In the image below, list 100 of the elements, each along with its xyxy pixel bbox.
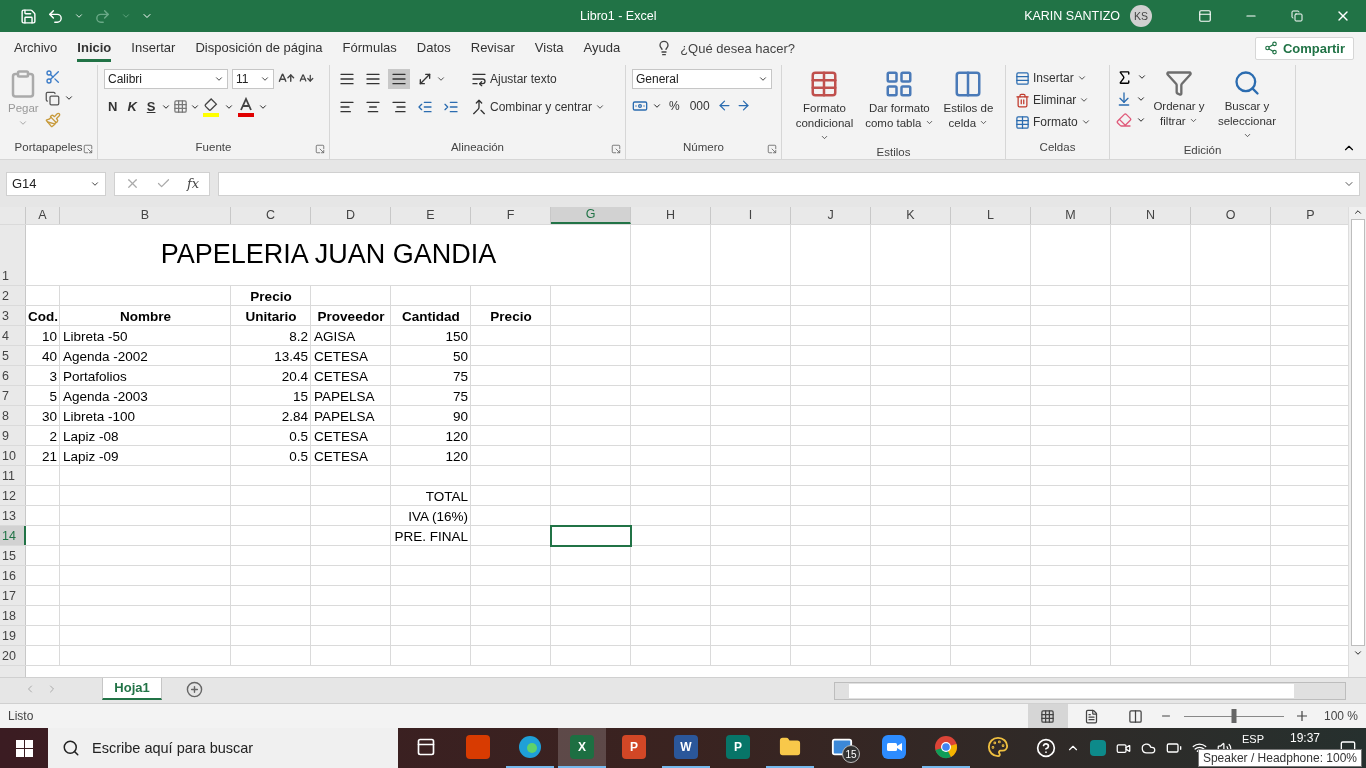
language-indicator[interactable]: ESP — [1241, 733, 1264, 745]
table-cell: Agenda -2002 — [63, 348, 148, 364]
clock-time[interactable]: 19:37 — [1289, 731, 1320, 745]
underline-button[interactable]: S — [142, 97, 160, 117]
zoom-in-icon[interactable] — [1295, 710, 1308, 722]
thousands-button[interactable]: 000 — [686, 96, 713, 115]
table-cell: Agenda -2003 — [63, 388, 148, 404]
taskbar-app-button[interactable]: W — [662, 728, 710, 768]
tell-me-field[interactable]: ¿Qué desea hacer? — [680, 40, 796, 56]
sheet-title: PAPELERIA JUAN GANDIA — [160, 239, 497, 271]
table-cell: Unitario — [245, 308, 297, 324]
group-label: Celdas — [1039, 140, 1076, 155]
table-cell: 0.5 — [289, 428, 308, 444]
bold-button[interactable]: N — [104, 97, 122, 117]
cells-button[interactable]: Formato — [1012, 112, 1094, 132]
table-cell: 0.5 — [289, 448, 308, 464]
group-label: Alineación — [450, 140, 505, 155]
menu-tab[interactable]: Disposición de página — [195, 34, 323, 63]
table-cell: AGISA — [314, 328, 356, 344]
table-cell: CETESA — [314, 428, 368, 444]
taskbar-app-button[interactable]: X — [558, 728, 606, 768]
menu-tab[interactable]: Insertar — [131, 34, 176, 63]
table-cell: 30 — [41, 408, 57, 424]
font-size-field[interactable]: 11 — [232, 68, 274, 89]
menu-tab[interactable]: Datos — [416, 34, 451, 63]
number-format-field[interactable]: General — [632, 68, 772, 89]
group-label: Portapapeles — [14, 140, 83, 155]
search-icon — [1233, 68, 1261, 97]
insert-function-button[interactable]: fx — [187, 176, 200, 192]
wrap-text-button[interactable]: Ajustar texto — [468, 68, 560, 89]
align-bottom-button[interactable] — [388, 68, 410, 89]
table-cell: 40 — [41, 348, 57, 364]
volume-tooltip: Speaker / Headphone: 100% — [1197, 749, 1362, 767]
percent-button[interactable]: % — [666, 96, 683, 115]
menu-tab[interactable]: Inicio — [77, 34, 112, 63]
group-label: Fuente — [195, 140, 232, 155]
scissors-icon[interactable] — [44, 68, 61, 85]
eraser-icon[interactable] — [1116, 111, 1132, 128]
taskbar-search-field[interactable]: Escribe aquí para buscar — [48, 728, 398, 768]
caret-icon[interactable] — [74, 11, 84, 21]
table-cell: 13.45 — [274, 348, 308, 364]
horizontal-scrollbar[interactable] — [834, 681, 1346, 700]
menu-tab[interactable]: Fórmulas — [342, 34, 397, 63]
taskbar-app-button[interactable]: 15 — [818, 728, 866, 768]
notification-badge: 15 — [842, 745, 860, 763]
window-title: Libro1 - Excel — [580, 9, 658, 23]
help-icon[interactable] — [1035, 738, 1056, 758]
zoom-slider-thumb[interactable] — [1231, 709, 1237, 723]
cells-button[interactable]: Insertar — [1012, 68, 1090, 88]
row-header[interactable]: 1 — [0, 224, 26, 285]
menu-tab[interactable]: Archivo — [14, 34, 58, 63]
copy-icon[interactable] — [44, 90, 60, 106]
table-cell: 50 — [452, 348, 468, 364]
insert-rows-icon — [1015, 70, 1030, 86]
save-icon[interactable] — [20, 7, 37, 25]
task-view-icon — [416, 737, 436, 757]
dialog-launcher-icon[interactable] — [83, 143, 93, 154]
cloud-icon[interactable] — [1140, 740, 1156, 756]
borders-icon[interactable] — [173, 99, 189, 115]
undo-icon[interactable] — [47, 7, 64, 25]
styles-button[interactable]: Formato condicional — [788, 68, 861, 146]
normal-view-button[interactable] — [1027, 704, 1068, 728]
share-button[interactable]: Compartir — [1254, 36, 1354, 60]
table-cell: 3 — [49, 368, 57, 384]
dialog-launcher-icon[interactable] — [611, 143, 621, 154]
table-cell: Precio — [250, 288, 292, 304]
vertical-scrollbar[interactable] — [1348, 206, 1366, 677]
selected-cell[interactable] — [550, 524, 632, 547]
name-box[interactable]: G14 — [6, 171, 106, 196]
table-cell: 75 — [452, 368, 468, 384]
menu-tab[interactable]: Revisar — [470, 34, 515, 63]
user-avatar[interactable]: KS — [1130, 5, 1152, 27]
sheet-tab[interactable]: Hoja1 — [102, 677, 162, 700]
taskbar-app-button[interactable]: P — [610, 728, 658, 768]
user-name: KARIN SANTIZO — [1024, 9, 1120, 23]
table-cell: TOTAL — [425, 488, 468, 504]
menu-tab[interactable]: Ayuda — [583, 34, 621, 63]
table-cell: IVA (16%) — [408, 508, 468, 524]
group-label: Estilos — [876, 145, 911, 159]
document-app-icon: W — [674, 735, 698, 759]
italic-button[interactable]: K — [123, 97, 141, 117]
font-color-icon[interactable] — [236, 96, 257, 117]
dialog-launcher-icon[interactable] — [315, 143, 325, 154]
cells-button[interactable]: Eliminar — [1012, 90, 1093, 110]
add-sheet-icon[interactable] — [186, 680, 203, 698]
battery-icon[interactable] — [1165, 740, 1182, 756]
table-cell: PRE. FINAL — [394, 528, 468, 544]
dialog-launcher-icon[interactable] — [767, 143, 777, 154]
table-cell: Portafolios — [63, 368, 127, 384]
menu-tab[interactable]: Vista — [534, 34, 564, 63]
styles-button[interactable]: Dar formato como tabla — [862, 68, 936, 131]
font-name-field[interactable]: Calibri — [104, 68, 228, 89]
formula-input[interactable] — [218, 171, 1360, 196]
palette-icon — [987, 736, 1009, 758]
find-select-button[interactable]: Buscar y seleccionar — [1211, 68, 1283, 144]
styles-button[interactable]: Estilos de celda — [937, 68, 999, 131]
fill-down-icon[interactable] — [1116, 90, 1132, 107]
sort-filter-button[interactable]: Ordenar y filtrar — [1151, 68, 1207, 129]
merge-center-button[interactable]: Combinar y centrar — [468, 96, 609, 117]
taskbar-app-button[interactable]: P — [714, 728, 762, 768]
